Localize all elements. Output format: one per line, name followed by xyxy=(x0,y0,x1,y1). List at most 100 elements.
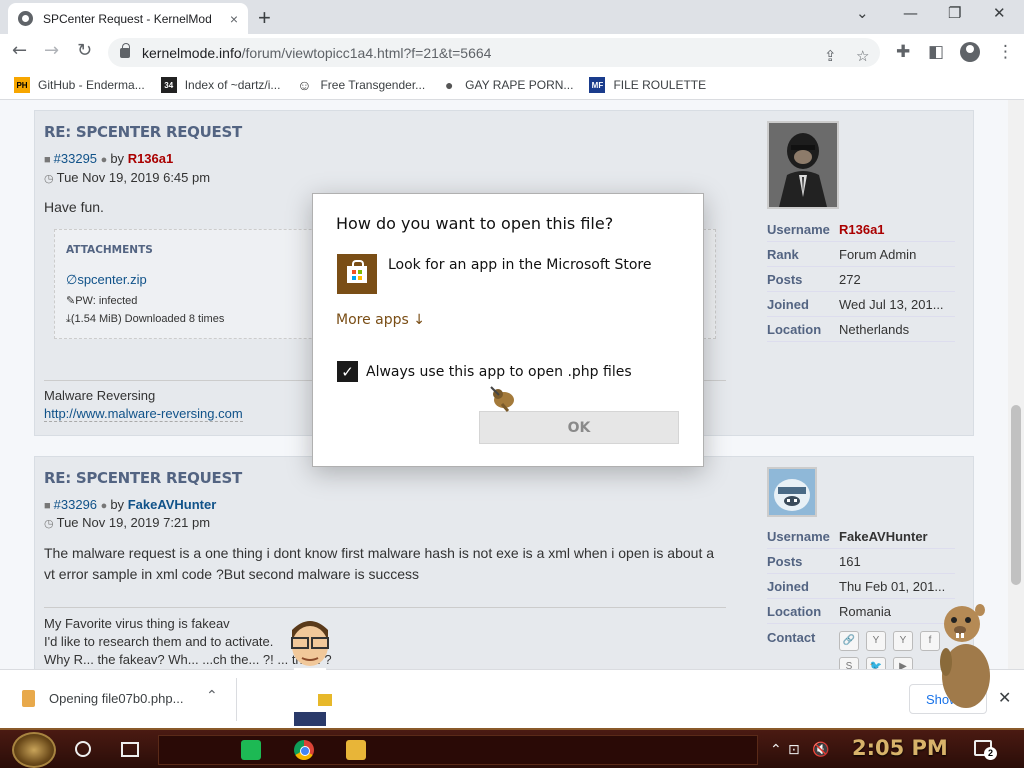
file-explorer-icon[interactable] xyxy=(346,740,366,760)
user-avatar[interactable] xyxy=(767,467,817,517)
post-signature: Malware Reversing http://www.malware-rev… xyxy=(44,387,243,423)
hank-hill-desktop-buddy xyxy=(290,621,332,726)
profile-row-joined: Joined Thu Feb 01, 201... xyxy=(767,575,955,599)
post-title[interactable]: RE: SPCENTER REQUEST xyxy=(44,123,242,141)
profile-username-link[interactable]: FakeAVHunter xyxy=(839,529,928,544)
post-id-link[interactable]: #33295 xyxy=(54,151,97,166)
pencil-icon: ✎ xyxy=(66,295,76,307)
post-author-link[interactable]: R136a1 xyxy=(128,151,174,166)
lock-icon xyxy=(120,42,130,58)
spotify-app-icon[interactable] xyxy=(241,740,261,760)
more-apps-link[interactable]: More apps ↓ xyxy=(336,312,425,328)
paperclip-icon: ∅ xyxy=(66,272,78,287)
profile-row-posts: Posts 161 xyxy=(767,550,955,574)
search-circle-icon[interactable] xyxy=(75,741,91,757)
signature-line: Malware Reversing xyxy=(44,388,156,403)
taskbar: ⌃ ⊡ 🔇 2:05 PM 2 xyxy=(0,728,1024,768)
user-avatar[interactable] xyxy=(767,121,839,209)
forum-post: RE: SPCENTER REQUEST ■ #33296 ● by FakeAVH… xyxy=(34,456,974,669)
bookmark-item[interactable]: 34 Index of ~dartz/i... xyxy=(160,77,280,93)
chevron-up-icon[interactable]: ⌃ xyxy=(206,688,218,704)
bookmark-icon: ■ xyxy=(44,500,51,512)
network-icon[interactable]: ⊡ xyxy=(788,742,800,758)
by-label: by xyxy=(110,497,125,512)
attachment-file-link[interactable]: ∅spcenter.zip xyxy=(66,272,147,288)
post-date: Tue Nov 19, 2019 6:45 pm xyxy=(56,170,211,185)
skype-icon[interactable]: S xyxy=(839,657,859,669)
bookmark-item[interactable]: ● GAY RAPE PORN... xyxy=(441,77,574,93)
post-author-link[interactable]: FakeAVHunter xyxy=(128,497,217,512)
tray-chevron-icon[interactable]: ⌃ xyxy=(770,742,782,758)
forward-arrow-icon[interactable]: → xyxy=(44,40,59,61)
store-option[interactable]: Look for an app in the Microsoft Store xyxy=(388,257,651,273)
post-body: Have fun. xyxy=(44,199,104,215)
always-use-checkbox[interactable]: ✓ xyxy=(337,361,358,382)
always-use-label[interactable]: Always use this app to open .php files xyxy=(366,364,632,380)
download-shelf-close-icon[interactable]: ✕ xyxy=(998,688,1011,707)
bookmark-item[interactable]: ☺ Free Transgender... xyxy=(296,77,425,93)
share-icon[interactable]: ⇪ xyxy=(824,47,837,65)
microsoft-store-icon[interactable] xyxy=(337,254,377,294)
ok-button[interactable]: OK xyxy=(479,411,679,444)
youtube-icon[interactable]: ▶ xyxy=(893,657,913,669)
profile-row-rank: Rank Forum Admin xyxy=(767,243,955,267)
post-meta: ■ #33295 ● by R136a1 xyxy=(44,151,173,166)
profile-row-username: Username FakeAVHunter xyxy=(767,525,955,549)
profile-icon[interactable] xyxy=(960,42,980,62)
extensions-puzzle-icon[interactable]: ✚ xyxy=(896,42,910,62)
bookmark-label: Free Transgender... xyxy=(320,78,426,92)
profile-row-location: Location Netherlands xyxy=(767,318,955,342)
tab-active[interactable]: SPCenter Request - KernelMod × xyxy=(8,3,248,34)
yahoo-icon[interactable]: Y xyxy=(893,631,913,651)
pornhub-favicon-icon: PH xyxy=(14,77,30,93)
globe-favicon-icon: ● xyxy=(444,77,454,93)
yahoo-icon[interactable]: Y xyxy=(866,631,886,651)
download-shelf: Opening file07b0.php... ⌃ Show all ✕ xyxy=(0,669,1024,728)
reload-icon[interactable]: ↻ xyxy=(77,40,92,61)
signature-link[interactable]: http://www.malware-reversing.com xyxy=(44,406,243,422)
download-separator xyxy=(236,678,237,721)
volume-muted-icon[interactable]: 🔇 xyxy=(812,742,829,758)
task-view-icon[interactable] xyxy=(121,742,139,757)
post-title[interactable]: RE: SPCENTER REQUEST xyxy=(44,469,242,487)
scrollbar-thumb[interactable] xyxy=(1011,405,1021,585)
bookmark-label: GitHub - Enderma... xyxy=(38,78,145,92)
user-icon: ● xyxy=(100,154,108,166)
signature-divider xyxy=(44,607,726,608)
index-favicon-icon: 34 xyxy=(160,77,177,93)
tab-close-icon[interactable]: × xyxy=(230,11,238,27)
post-id-link[interactable]: #33296 xyxy=(54,497,97,512)
minimize-icon[interactable]: — xyxy=(903,4,918,22)
download-item-name[interactable]: Opening file07b0.php... xyxy=(49,691,183,706)
tab-search-chevron-icon[interactable]: ⌄ xyxy=(856,4,869,22)
bookmark-item[interactable]: MF FILE ROULETTE xyxy=(589,77,706,93)
chrome-app-icon[interactable] xyxy=(294,740,314,760)
taskbar-clock[interactable]: 2:05 PM xyxy=(852,736,948,760)
menu-kebab-icon[interactable]: ⋮ xyxy=(997,42,1014,62)
clock-icon: ◷ xyxy=(44,173,54,185)
bookmarks-bar: PH GitHub - Enderma... 34 Index of ~dart… xyxy=(0,71,1024,100)
animated-cursor-icon xyxy=(490,386,514,412)
website-link-icon[interactable]: 🔗 xyxy=(839,631,859,651)
url-path: /forum/viewtopicc1a4.html?f=21&t=5664 xyxy=(241,44,492,61)
profile-username-link[interactable]: R136a1 xyxy=(839,222,885,237)
new-tab-button[interactable]: + xyxy=(258,5,271,31)
back-arrow-icon[interactable]: ← xyxy=(12,40,27,61)
profile-row-posts: Posts 272 xyxy=(767,268,955,292)
bookmark-item[interactable]: PH GitHub - Enderma... xyxy=(14,77,145,93)
page-scrollbar[interactable] xyxy=(1008,100,1024,669)
profile-row-joined: Joined Wed Jul 13, 201... xyxy=(767,293,955,317)
chimp-in-suit-avatar-icon xyxy=(769,123,837,207)
post-meta: ■ #33296 ● by FakeAVHunter xyxy=(44,497,216,512)
address-bar[interactable]: kernelmode.info/forum/viewtopicc1a4.html… xyxy=(108,38,880,67)
start-button[interactable] xyxy=(12,732,56,768)
bookmark-star-icon[interactable]: ☆ xyxy=(856,47,869,65)
face-favicon-icon: ☺ xyxy=(297,77,312,93)
file-icon xyxy=(22,690,35,707)
side-panel-icon[interactable]: ◧ xyxy=(928,42,944,62)
tab-title: SPCenter Request - KernelMod xyxy=(43,11,212,26)
restore-icon[interactable]: ❐ xyxy=(948,4,961,22)
twitter-icon[interactable]: 🐦 xyxy=(866,657,886,669)
window-close-icon[interactable]: ✕ xyxy=(993,4,1006,22)
tab-strip: SPCenter Request - KernelMod × + ⌄ — ❐ ✕ xyxy=(0,0,1024,34)
